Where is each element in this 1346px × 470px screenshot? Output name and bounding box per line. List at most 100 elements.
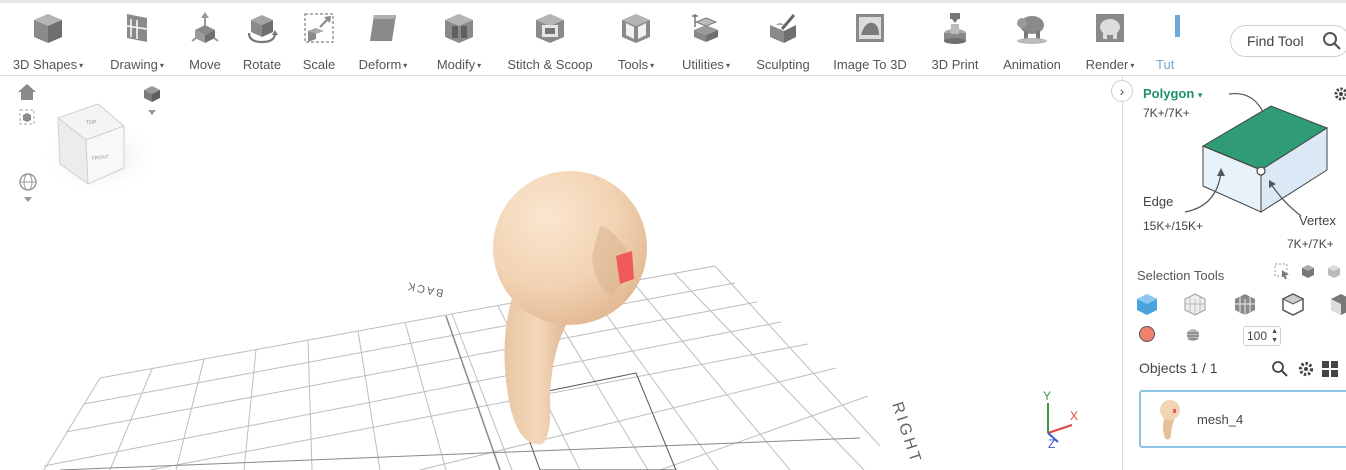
toolbar-stitch-scoop[interactable]: Stitch & Scoop xyxy=(505,8,595,74)
toolbar-tools-label: Tools xyxy=(617,57,649,72)
toolbar-utilities-label: Utilities xyxy=(682,57,724,72)
toolbar-deform[interactable]: Deform ▾ xyxy=(354,8,412,74)
toolbar-drawing[interactable]: Drawing ▾ xyxy=(106,8,168,74)
axis-gizmo: Y X Z xyxy=(1043,389,1078,451)
deform-icon xyxy=(365,8,401,48)
sculpting-icon xyxy=(765,8,801,48)
floor-label-back: BACK xyxy=(405,279,445,299)
toolbar-sculpting[interactable]: Sculpting xyxy=(753,8,813,74)
brush-size-stepper[interactable]: 100 ▲ ▼ xyxy=(1243,326,1281,346)
tools-icon xyxy=(618,8,654,48)
search-icon[interactable] xyxy=(1321,30,1343,52)
floor-label-right: RIGHT xyxy=(888,400,924,467)
tutorials-icon xyxy=(1156,8,1184,48)
toolbar-utilities[interactable]: Utilities ▾ xyxy=(677,8,735,74)
grid-select-icon[interactable] xyxy=(1233,292,1257,316)
scene-canvas[interactable]: BACK RIGHT Y X Z TOP FRONT xyxy=(0,76,1122,470)
vertex-label: Vertex xyxy=(1299,213,1336,228)
edge-label: Edge xyxy=(1143,194,1174,209)
brush-size-value: 100 xyxy=(1247,329,1268,343)
dropdown-caret-icon: ▾ xyxy=(477,61,482,70)
toolbar-move[interactable]: Move xyxy=(186,8,224,74)
toolbar-render-label: Render xyxy=(1085,57,1129,72)
object-list-item[interactable]: mesh_4 xyxy=(1139,390,1346,448)
toolbar-modify-label: Modify xyxy=(436,57,476,72)
toolbar-scale[interactable]: Scale xyxy=(300,8,338,74)
lasso-select-icon[interactable] xyxy=(1299,262,1317,280)
toolbar-3d-print-label: 3D Print xyxy=(931,57,979,72)
find-tool-input[interactable]: Find Tool xyxy=(1230,25,1346,57)
brush-sphere-icon[interactable] xyxy=(1185,327,1201,343)
animation-icon xyxy=(1014,8,1050,48)
dropdown-caret-icon: ▾ xyxy=(403,61,408,70)
objects-title: Objects 1 / 1 xyxy=(1139,360,1218,376)
dropdown-caret-icon: ▾ xyxy=(650,61,655,70)
axis-label-z: Z xyxy=(1048,437,1055,451)
axis-label-x: X xyxy=(1070,409,1078,423)
rotate-icon xyxy=(244,8,280,48)
3d-print-icon xyxy=(937,8,973,48)
toolbar-scale-label: Scale xyxy=(302,57,336,72)
selection-tools-title: Selection Tools xyxy=(1137,268,1225,283)
edge-count: 15K+/15K+ xyxy=(1143,219,1204,233)
utilities-icon xyxy=(688,8,724,48)
toolbar-modify[interactable]: Modify ▾ xyxy=(431,8,487,74)
floor-grid xyxy=(43,265,881,470)
collapse-panel-button[interactable]: › xyxy=(1111,80,1133,102)
toolbar-stitch-scoop-label: Stitch & Scoop xyxy=(507,57,593,72)
object-name: mesh_4 xyxy=(1197,412,1244,427)
marquee-select-icon[interactable] xyxy=(1273,262,1291,280)
drawing-icon xyxy=(119,8,155,48)
toolbar-3d-print[interactable]: 3D Print xyxy=(928,8,982,74)
cube-icon xyxy=(30,8,66,48)
chevron-right-icon: › xyxy=(1119,83,1125,99)
move-icon xyxy=(187,8,223,48)
search-icon[interactable] xyxy=(1271,360,1289,378)
toolbar-3d-shapes[interactable]: 3D Shapes ▾ xyxy=(10,8,86,74)
globe-icon[interactable] xyxy=(19,173,37,202)
stitch-scoop-icon xyxy=(532,8,568,48)
toolbar-tutorials[interactable]: Tut xyxy=(1156,8,1184,74)
dropdown-caret-icon: ▾ xyxy=(159,61,164,70)
scale-icon xyxy=(301,8,337,48)
dropdown-caret-icon: ▾ xyxy=(79,61,84,70)
toolbar-animation[interactable]: Animation xyxy=(1000,8,1064,74)
image-to-3d-icon xyxy=(852,8,888,48)
mesh-object[interactable] xyxy=(493,171,647,445)
toolbar-tools[interactable]: Tools ▾ xyxy=(614,8,658,74)
dropdown-caret-icon: ▾ xyxy=(725,61,730,70)
brush-color-swatch[interactable] xyxy=(1139,326,1155,342)
toolbar-3d-shapes-label: 3D Shapes xyxy=(12,57,78,72)
view-cube-top-label: TOP xyxy=(86,120,97,126)
grid-view-icon[interactable] xyxy=(1321,360,1339,378)
mesh-wire-select-icon[interactable] xyxy=(1183,292,1207,316)
object-select-icon[interactable] xyxy=(1281,292,1305,316)
right-panel: › Polygon ▾ 7K+/7K+ Edge 15K+/15K+ Verte… xyxy=(1111,76,1346,470)
toolbar-render[interactable]: Render ▾ xyxy=(1082,8,1138,74)
toolbar-rotate[interactable]: Rotate xyxy=(240,8,284,74)
toolbar-sculpting-label: Sculpting xyxy=(756,57,810,72)
3d-viewport[interactable]: BACK RIGHT Y X Z TOP FRONT xyxy=(0,76,1122,470)
vertex-count: 7K+/7K+ xyxy=(1287,237,1334,251)
axis-label-y: Y xyxy=(1043,389,1051,403)
view-cube[interactable]: TOP FRONT xyxy=(40,103,160,194)
dropdown-caret-icon: ▾ xyxy=(1130,61,1135,70)
home-icon[interactable] xyxy=(18,84,36,100)
render-icon xyxy=(1092,8,1128,48)
gear-icon[interactable] xyxy=(1297,360,1315,378)
toolbar-animation-label: Animation xyxy=(1003,57,1061,72)
stepper-arrows-icon[interactable]: ▲ ▼ xyxy=(1271,327,1278,345)
modify-icon xyxy=(441,8,477,48)
toolbar-tutorials-label: Tut xyxy=(1156,57,1175,72)
fit-view-icon[interactable] xyxy=(19,109,35,125)
toolbar-move-label: Move xyxy=(189,57,221,72)
paint-select-icon[interactable] xyxy=(1325,262,1343,280)
floor-axis-line xyxy=(445,315,501,470)
face-select-icon[interactable] xyxy=(1135,292,1159,316)
toolbar-deform-label: Deform xyxy=(358,57,402,72)
camera-perspective-icon[interactable] xyxy=(144,86,160,115)
object-thumbnail xyxy=(1155,398,1183,442)
toolbar-drawing-label: Drawing xyxy=(110,57,158,72)
split-select-icon[interactable] xyxy=(1329,292,1346,316)
toolbar-image-to-3d[interactable]: Image To 3D xyxy=(830,8,910,74)
